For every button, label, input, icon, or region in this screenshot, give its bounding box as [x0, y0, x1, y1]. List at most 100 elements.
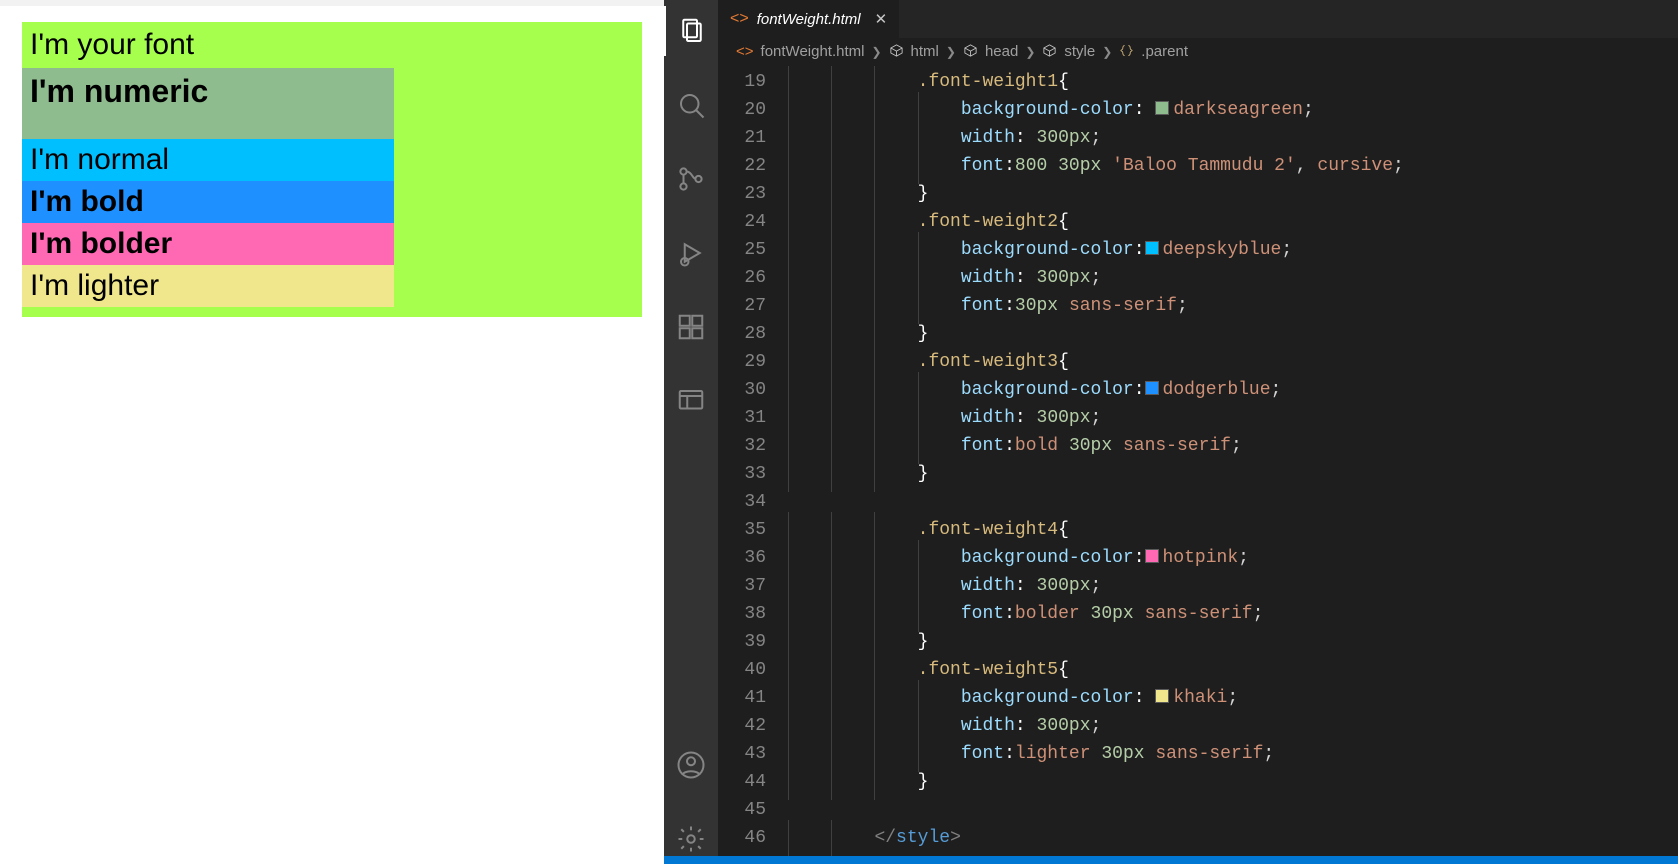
code-line[interactable]: .font-weight1{: [788, 68, 1543, 96]
code-line[interactable]: background-color: khaki;: [788, 684, 1543, 712]
code-line[interactable]: width: 300px;: [788, 712, 1543, 740]
code-line[interactable]: .font-weight3{: [788, 348, 1543, 376]
code-line[interactable]: font:lighter 30px sans-serif;: [788, 740, 1543, 768]
code-line[interactable]: }: [788, 460, 1543, 488]
line-number: 34: [718, 488, 766, 516]
code-line[interactable]: width: 300px;: [788, 124, 1543, 152]
code-line[interactable]: width: 300px;: [788, 264, 1543, 292]
preview-row-numeric: I'm numeric: [22, 68, 394, 139]
line-number: 28: [718, 320, 766, 348]
symbol-icon: [963, 43, 978, 60]
app-root: I'm your font I'm numeric I'm normal I'm…: [0, 0, 1678, 864]
line-number: 27: [718, 292, 766, 320]
line-number: 25: [718, 236, 766, 264]
color-swatch-icon: [1155, 689, 1169, 703]
status-bar[interactable]: [664, 856, 1678, 864]
line-number: 20: [718, 96, 766, 124]
code-line[interactable]: .font-weight5{: [788, 656, 1543, 684]
chevron-right-icon: ❯: [1025, 45, 1035, 59]
code-content[interactable]: .font-weight1{ background-color: darksea…: [788, 66, 1543, 864]
line-number: 21: [718, 124, 766, 152]
code-line[interactable]: }: [788, 628, 1543, 656]
tab-fontweight-html[interactable]: <> fontWeight.html ✕: [718, 0, 900, 38]
line-number: 36: [718, 544, 766, 572]
color-swatch-icon: [1145, 549, 1159, 563]
code-line[interactable]: </style>: [788, 824, 1543, 852]
line-number: 42: [718, 712, 766, 740]
line-number: 39: [718, 628, 766, 656]
code-line[interactable]: font:bolder 30px sans-serif;: [788, 600, 1543, 628]
chevron-right-icon: ❯: [871, 45, 881, 59]
code-line[interactable]: font:bold 30px sans-serif;: [788, 432, 1543, 460]
code-line[interactable]: width: 300px;: [788, 572, 1543, 600]
line-number: 35: [718, 516, 766, 544]
breadcrumb-html[interactable]: html: [911, 43, 939, 60]
line-number: 40: [718, 656, 766, 684]
color-swatch-icon: [1145, 241, 1159, 255]
css-rule-icon: [1119, 43, 1134, 60]
line-number: 38: [718, 600, 766, 628]
vscode-window: <> fontWeight.html ✕ <> fontWeight.html …: [664, 0, 1678, 864]
line-number: 26: [718, 264, 766, 292]
code-line[interactable]: font:30px sans-serif;: [788, 292, 1543, 320]
editor-column: <> fontWeight.html ✕ <> fontWeight.html …: [718, 0, 1678, 864]
code-line[interactable]: background-color: darkseagreen;: [788, 96, 1543, 124]
line-number: 22: [718, 152, 766, 180]
symbol-icon: [889, 43, 904, 60]
breadcrumb-parent[interactable]: .parent: [1141, 43, 1188, 60]
code-editor[interactable]: 1920212223242526272829303132333435363738…: [718, 66, 1678, 864]
preview-row-bold: I'm bold: [22, 181, 394, 223]
source-control-icon[interactable]: [664, 154, 718, 204]
close-icon[interactable]: ✕: [875, 10, 888, 28]
line-number: 24: [718, 208, 766, 236]
line-number: 33: [718, 460, 766, 488]
explorer-icon[interactable]: [664, 6, 718, 56]
code-line[interactable]: .font-weight2{: [788, 208, 1543, 236]
breadcrumb-head[interactable]: head: [985, 43, 1018, 60]
preview-row-bolder: I'm bolder: [22, 223, 394, 265]
preview-row-lighter: I'm lighter: [22, 265, 394, 307]
color-swatch-icon: [1155, 101, 1169, 115]
preview-row-normal: I'm normal: [22, 139, 394, 181]
search-icon[interactable]: [664, 80, 718, 130]
chevron-right-icon: ❯: [1102, 45, 1112, 59]
code-line[interactable]: }: [788, 180, 1543, 208]
code-line[interactable]: [788, 488, 1543, 516]
breadcrumb-style[interactable]: style: [1064, 43, 1095, 60]
html-file-icon: <>: [736, 43, 754, 60]
account-icon[interactable]: [664, 740, 718, 790]
minimap[interactable]: [1543, 66, 1678, 864]
code-line[interactable]: [788, 796, 1543, 824]
line-number: 29: [718, 348, 766, 376]
line-number: 46: [718, 824, 766, 852]
code-line[interactable]: background-color:dodgerblue;: [788, 376, 1543, 404]
code-line[interactable]: .font-weight4{: [788, 516, 1543, 544]
extensions-icon[interactable]: [664, 302, 718, 352]
code-line[interactable]: }: [788, 320, 1543, 348]
activity-bar: [664, 0, 718, 864]
preview-parent-box: I'm your font I'm numeric I'm normal I'm…: [22, 22, 642, 317]
html-file-icon: <>: [730, 11, 749, 27]
code-line[interactable]: background-color:hotpink;: [788, 544, 1543, 572]
line-number: 31: [718, 404, 766, 432]
code-line[interactable]: font:800 30px 'Baloo Tammudu 2', cursive…: [788, 152, 1543, 180]
code-line[interactable]: width: 300px;: [788, 404, 1543, 432]
chevron-right-icon: ❯: [946, 45, 956, 59]
line-number: 41: [718, 684, 766, 712]
line-number: 44: [718, 768, 766, 796]
line-number: 32: [718, 432, 766, 460]
code-line[interactable]: }: [788, 768, 1543, 796]
line-number: 19: [718, 68, 766, 96]
line-number: 23: [718, 180, 766, 208]
preview-panel-icon[interactable]: [664, 376, 718, 426]
browser-preview: I'm your font I'm numeric I'm normal I'm…: [0, 0, 664, 864]
run-debug-icon[interactable]: [664, 228, 718, 278]
line-number-gutter: 1920212223242526272829303132333435363738…: [718, 66, 788, 864]
breadcrumbs[interactable]: <> fontWeight.html ❯ html ❯ head ❯ style…: [718, 38, 1678, 66]
color-swatch-icon: [1145, 381, 1159, 395]
code-line[interactable]: background-color:deepskyblue;: [788, 236, 1543, 264]
symbol-icon: [1042, 43, 1057, 60]
breadcrumb-file[interactable]: fontWeight.html: [761, 43, 865, 60]
preview-parent-title: I'm your font: [22, 22, 642, 68]
line-number: 43: [718, 740, 766, 768]
